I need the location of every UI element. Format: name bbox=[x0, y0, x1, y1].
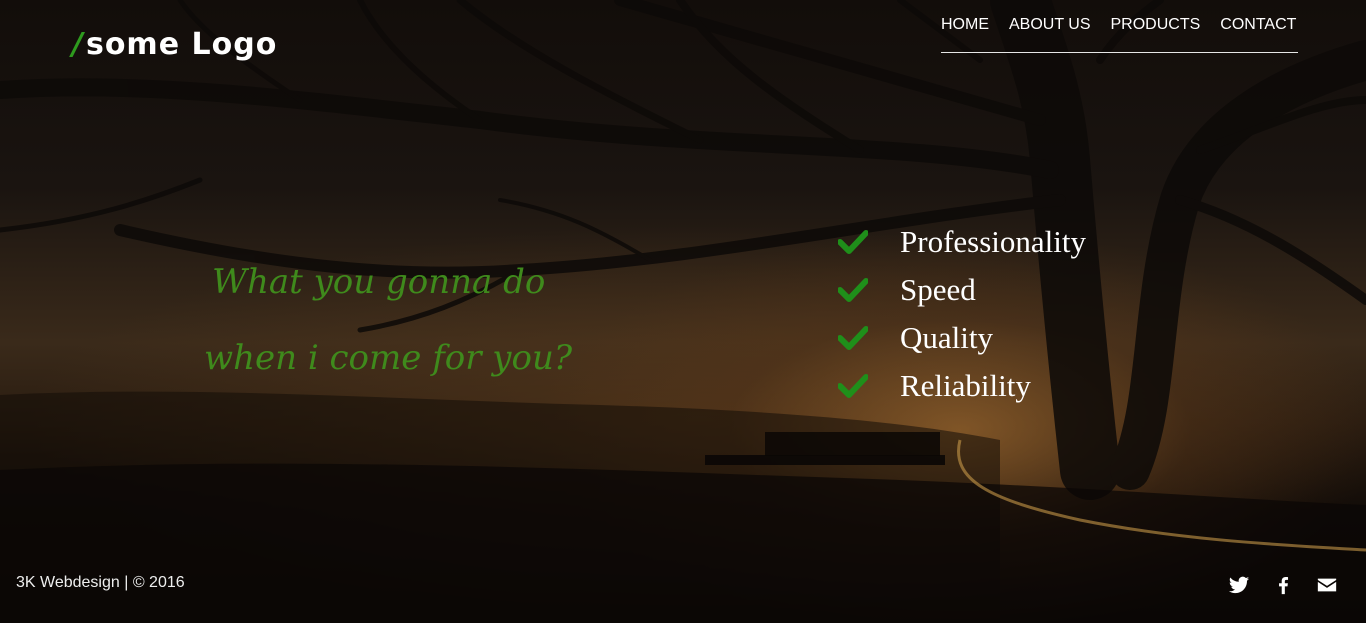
nav-home[interactable]: HOME bbox=[941, 14, 989, 36]
feature-item: Professionality bbox=[837, 218, 1086, 266]
site-logo[interactable]: /some Logo bbox=[72, 28, 277, 62]
hero-slogan: What you gonna do when i come for you? bbox=[204, 244, 572, 396]
feature-label: Quality bbox=[900, 320, 993, 355]
feature-item: Reliability bbox=[837, 362, 1086, 410]
logo-text: some Logo bbox=[85, 27, 278, 62]
nav-about-us[interactable]: ABOUT US bbox=[1009, 14, 1091, 36]
check-icon bbox=[837, 229, 869, 255]
twitter-icon[interactable] bbox=[1228, 574, 1250, 596]
social-links bbox=[1228, 574, 1338, 596]
logo-slash: / bbox=[72, 27, 84, 62]
footer-copyright: 3K Webdesign | © 2016 bbox=[16, 574, 185, 591]
feature-label: Reliability bbox=[900, 368, 1031, 403]
slogan-line-1: What you gonna do bbox=[212, 262, 546, 302]
feature-list: Professionality Speed Quality Reliabilit… bbox=[837, 218, 1086, 410]
slogan-line-2: when i come for you? bbox=[204, 338, 573, 378]
feature-label: Professionality bbox=[900, 224, 1086, 259]
email-icon[interactable] bbox=[1316, 574, 1338, 596]
facebook-icon[interactable] bbox=[1272, 574, 1294, 596]
check-icon bbox=[837, 325, 869, 351]
feature-label: Speed bbox=[900, 272, 976, 307]
nav-products[interactable]: PRODUCTS bbox=[1111, 14, 1201, 36]
main-nav: HOME ABOUT US PRODUCTS CONTACT bbox=[941, 14, 1298, 53]
feature-item: Quality bbox=[837, 314, 1086, 362]
check-icon bbox=[837, 277, 869, 303]
feature-item: Speed bbox=[837, 266, 1086, 314]
nav-contact[interactable]: CONTACT bbox=[1220, 14, 1296, 36]
check-icon bbox=[837, 373, 869, 399]
